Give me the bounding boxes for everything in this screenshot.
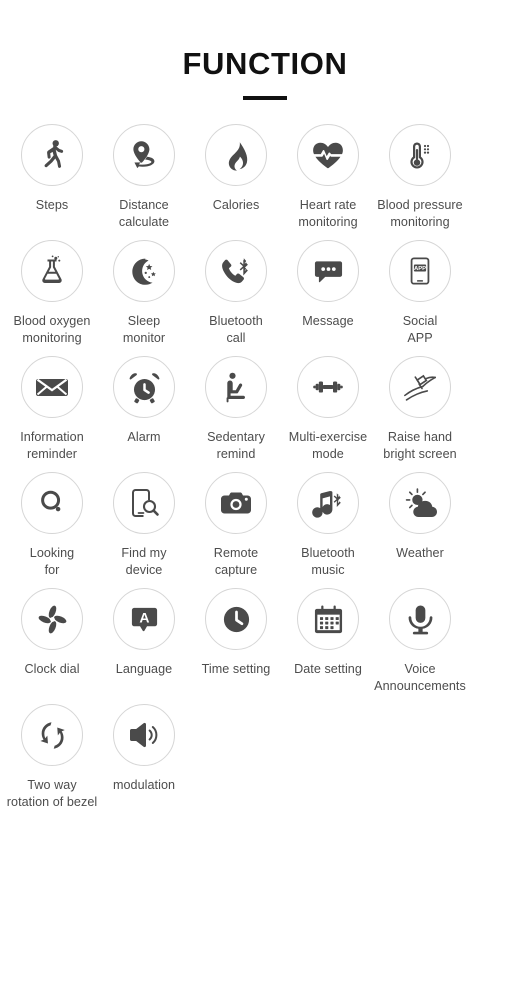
alarm-clock-icon: [113, 356, 175, 418]
camera-icon: [205, 472, 267, 534]
feature-grid: Steps Distance calculate Calories: [0, 124, 530, 820]
moon-stars-icon: [113, 240, 175, 302]
feature-item-date-setting[interactable]: Date setting: [282, 588, 374, 678]
feature-label: Raise hand bright screen: [364, 429, 476, 463]
feature-label: Blood pressure monitoring: [364, 197, 476, 231]
page-header: FUNCTION: [0, 0, 530, 100]
phone-app-icon: APP: [389, 240, 451, 302]
feature-row: Steps Distance calculate Calories: [6, 124, 524, 240]
feature-item-message[interactable]: Message: [282, 240, 374, 330]
svg-text:A: A: [139, 609, 149, 625]
feature-item-alarm[interactable]: Alarm: [98, 356, 190, 446]
location-pin-icon: [113, 124, 175, 186]
pinwheel-icon: [21, 588, 83, 650]
feature-item-language[interactable]: A Language: [98, 588, 190, 678]
function-feature-page: FUNCTION Steps: [0, 0, 530, 1000]
feature-item-find-my-device[interactable]: Find my device: [98, 472, 190, 579]
wrist-watch-raise-icon: [389, 356, 451, 418]
rotate-two-way-icon: [21, 704, 83, 766]
music-bluetooth-icon: [297, 472, 359, 534]
svg-text:APP: APP: [414, 266, 426, 272]
flask-icon: [21, 240, 83, 302]
feature-item-steps[interactable]: Steps: [6, 124, 98, 214]
feature-item-blood-oxygen-monitoring[interactable]: Blood oxygen monitoring: [6, 240, 98, 347]
feature-item-voice-announcements[interactable]: Voice Announcements: [374, 588, 466, 695]
page-title: FUNCTION: [0, 44, 530, 84]
speaker-volume-icon: [113, 704, 175, 766]
feature-item-calories[interactable]: Calories: [190, 124, 282, 214]
feature-item-multi-exercise-mode[interactable]: Multi-exercise mode: [282, 356, 374, 463]
feature-item-clock-dial[interactable]: Clock dial: [6, 588, 98, 678]
title-underline-accent: [243, 96, 287, 100]
feature-row: Blood oxygen monitoring Sleep monitor: [6, 240, 524, 356]
language-bubble-icon: A: [113, 588, 175, 650]
feature-row: Looking for Find my device: [6, 472, 524, 588]
feature-row: Information reminder Alarm: [6, 356, 524, 472]
feature-row: Clock dial A Language T: [6, 588, 524, 704]
phone-bluetooth-icon: [205, 240, 267, 302]
feature-item-looking-for[interactable]: Looking for: [6, 472, 98, 579]
feature-item-weather[interactable]: Weather: [374, 472, 466, 562]
dumbbell-icon: [297, 356, 359, 418]
feature-item-social-app[interactable]: APP Social APP: [374, 240, 466, 347]
sun-cloud-icon: [389, 472, 451, 534]
feature-item-bluetooth-call[interactable]: Bluetooth call: [190, 240, 282, 347]
feature-item-bluetooth-music[interactable]: Bluetooth music: [282, 472, 374, 579]
feature-item-distance-calculate[interactable]: Distance calculate: [98, 124, 190, 231]
feature-label: modulation: [90, 777, 198, 794]
phone-search-icon: [113, 472, 175, 534]
feature-item-raise-hand-bright-screen[interactable]: Raise hand bright screen: [374, 356, 466, 463]
calendar-icon: [297, 588, 359, 650]
feature-item-time-setting[interactable]: Time setting: [190, 588, 282, 678]
feature-item-modulation[interactable]: modulation: [98, 704, 190, 794]
running-person-icon: [21, 124, 83, 186]
feature-label: Voice Announcements: [364, 661, 476, 695]
flame-icon: [205, 124, 267, 186]
feature-item-sedentary-remind[interactable]: Sedentary remind: [190, 356, 282, 463]
heart-pulse-icon: [297, 124, 359, 186]
feature-item-remote-capture[interactable]: Remote capture: [190, 472, 282, 579]
feature-item-heart-rate-monitoring[interactable]: Heart rate monitoring: [282, 124, 374, 231]
feature-row: Two way rotation of bezel modulation: [6, 704, 524, 820]
feature-item-information-reminder[interactable]: Information reminder: [6, 356, 98, 463]
clock-icon: [205, 588, 267, 650]
feature-item-sleep-monitor[interactable]: Sleep monitor: [98, 240, 190, 347]
chat-bubble-icon: [297, 240, 359, 302]
thermometer-icon: [389, 124, 451, 186]
feature-label: Weather: [364, 545, 476, 562]
microphone-icon: [389, 588, 451, 650]
feature-label: Social APP: [364, 313, 476, 347]
envelope-icon: [21, 356, 83, 418]
seated-person-icon: [205, 356, 267, 418]
feature-item-blood-pressure-monitoring[interactable]: Blood pressure monitoring: [374, 124, 466, 231]
feature-item-two-way-rotation-of-bezel[interactable]: Two way rotation of bezel: [6, 704, 98, 811]
magnifier-icon: [21, 472, 83, 534]
